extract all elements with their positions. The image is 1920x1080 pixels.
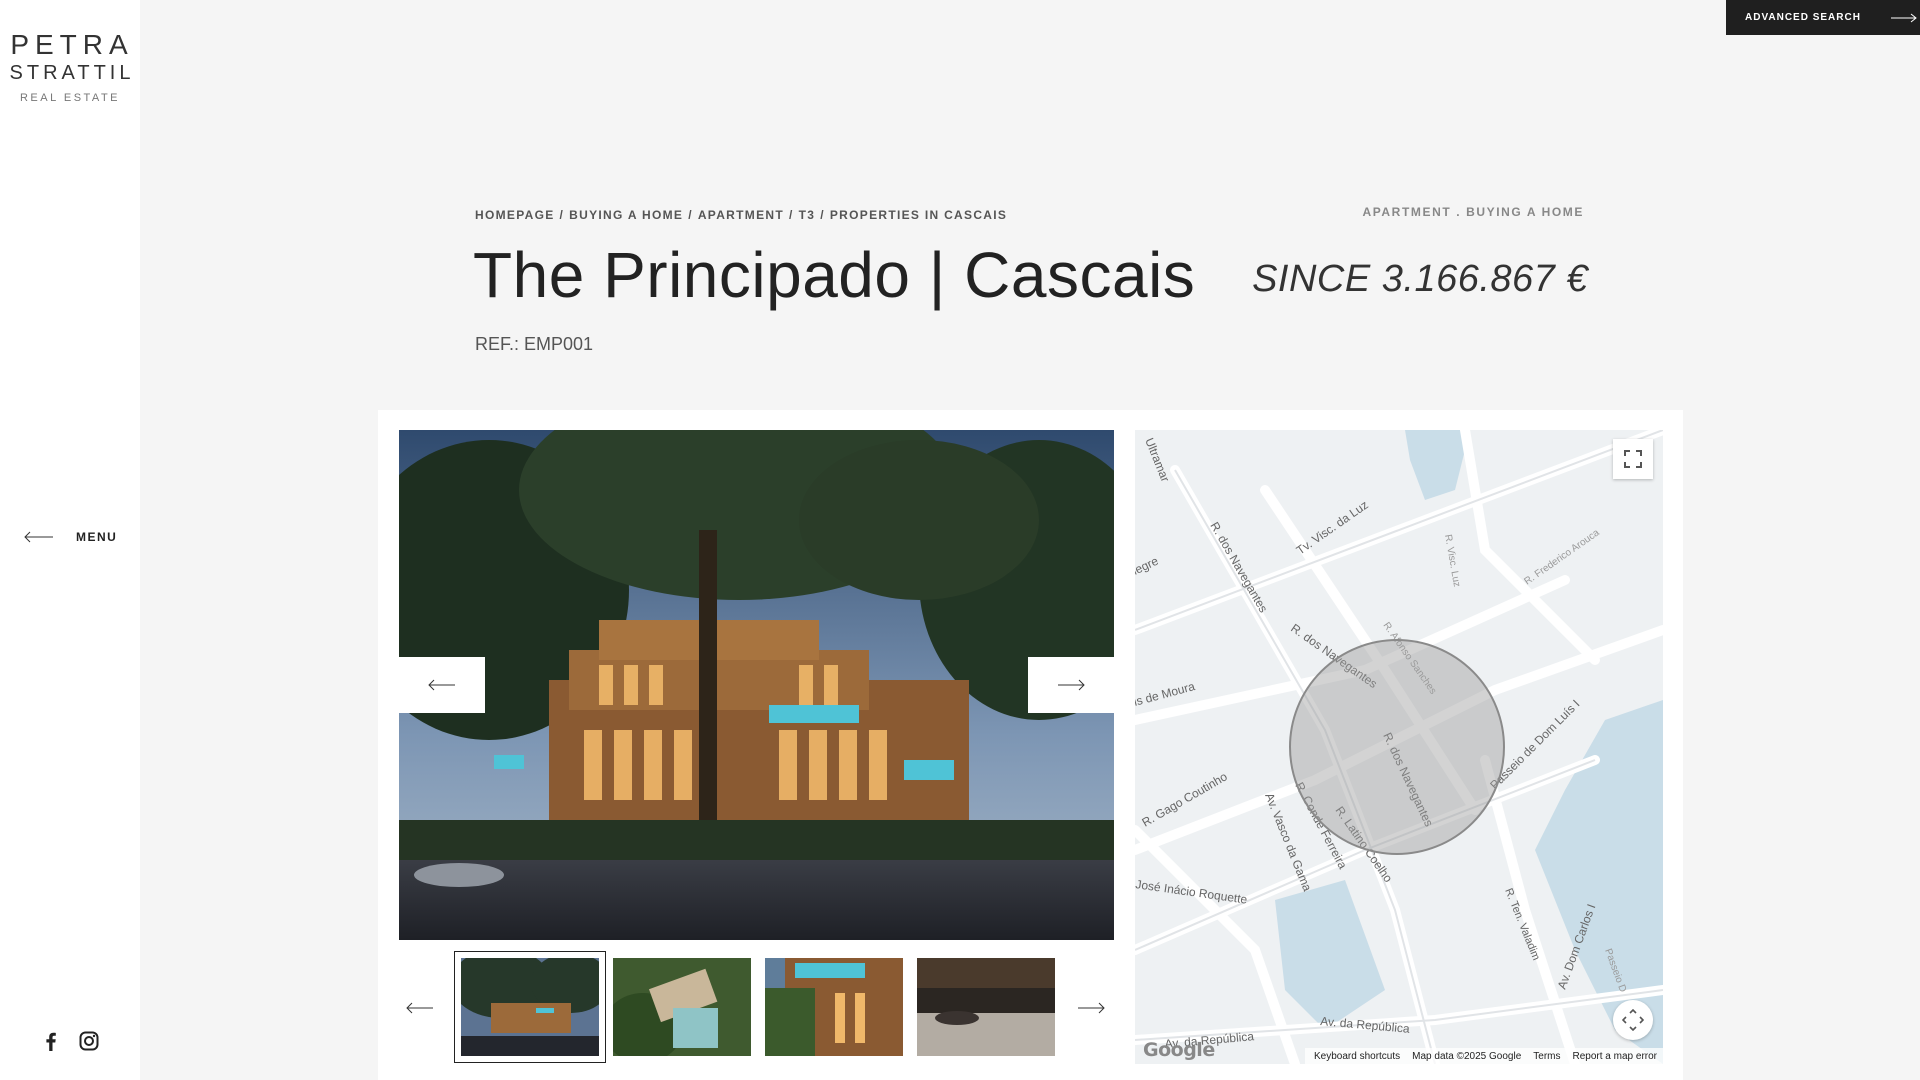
- location-map[interactable]: Ultramar R. dos Navegantes Tv. Visc. da …: [1135, 430, 1663, 1064]
- category-tags: APARTMENT . BUYING A HOME: [1362, 205, 1584, 219]
- breadcrumb-separator: /: [788, 208, 794, 222]
- logo-line-2: STRATTIL: [9, 62, 135, 84]
- gallery-main-image[interactable]: [399, 430, 1114, 940]
- water-area: [1275, 880, 1385, 1030]
- keyboard-shortcuts-link[interactable]: Keyboard shortcuts: [1314, 1051, 1400, 1062]
- thumbnail-image: [461, 958, 599, 1056]
- map-data-attribution: Map data ©2025 Google: [1412, 1050, 1522, 1062]
- breadcrumb-t3[interactable]: T3: [799, 208, 816, 222]
- arrow-right-icon: [1890, 13, 1917, 22]
- logo-line-1: PETRA: [10, 29, 134, 60]
- arrow-right-icon: [1058, 679, 1085, 691]
- logo-line-3: REAL ESTATE: [19, 92, 121, 104]
- thumbnail-3[interactable]: [765, 958, 903, 1056]
- move-arrows-icon: [1622, 1009, 1644, 1031]
- property-reference: REF.: EMP001: [475, 334, 594, 354]
- map-canvas: Ultramar R. dos Navegantes Tv. Visc. da …: [1135, 430, 1663, 1064]
- gallery-next-button[interactable]: [1028, 657, 1114, 713]
- breadcrumb-homepage[interactable]: HOMEPAGE: [475, 208, 555, 222]
- thumbnail-image: [917, 958, 1055, 1056]
- thumbnails-next-button[interactable]: [1076, 997, 1106, 1019]
- arrow-left-icon: [428, 679, 455, 691]
- location-area-circle: [1289, 639, 1505, 855]
- street-label: Ultramar: [1142, 436, 1172, 484]
- thumbnail-4[interactable]: [917, 958, 1055, 1056]
- breadcrumb-separator: /: [688, 208, 693, 222]
- page-title: The Principado | Cascais: [473, 239, 1196, 311]
- property-price: SINCE 3.166.867 €: [1252, 258, 1588, 300]
- street-label: R. Visc. Luz: [1442, 534, 1462, 588]
- thumbnail-image: [765, 958, 903, 1056]
- building-render-image: [399, 430, 1114, 940]
- menu-label: MENU: [76, 530, 118, 544]
- map-pan-control[interactable]: [1613, 1000, 1653, 1040]
- report-map-error-link[interactable]: Report a map error: [1573, 1051, 1657, 1062]
- water-area: [1405, 430, 1470, 500]
- facebook-icon[interactable]: [40, 1030, 62, 1052]
- breadcrumb: HOMEPAGE / BUYING A HOME / APARTMENT / T…: [475, 208, 1007, 222]
- advanced-search-button[interactable]: ADVANCED SEARCH: [1726, 0, 1920, 35]
- gallery-prev-button[interactable]: [399, 657, 485, 713]
- thumbnail-image: [613, 958, 751, 1056]
- thumbnail-2[interactable]: [613, 958, 751, 1056]
- map-terms-link[interactable]: Terms: [1533, 1051, 1560, 1062]
- street-label: Av. da República: [1320, 1014, 1411, 1036]
- advanced-search-label: ADVANCED SEARCH: [1745, 12, 1861, 23]
- breadcrumb-apartment[interactable]: APARTMENT: [698, 208, 784, 222]
- breadcrumb-properties-in-cascais[interactable]: PROPERTIES IN CASCAIS: [830, 208, 1007, 222]
- sidebar: PETRA STRATTIL REAL ESTATE MENU: [0, 0, 140, 1080]
- google-logo: Google: [1143, 1039, 1215, 1061]
- thumbnails-prev-button[interactable]: [405, 997, 435, 1019]
- street-label: legre: [1135, 554, 1161, 578]
- thumbnail-1[interactable]: [454, 951, 606, 1063]
- map-footer: Keyboard shortcuts Map data ©2025 Google…: [1305, 1048, 1663, 1064]
- arrow-left-icon: [24, 531, 53, 543]
- fullscreen-icon: [1624, 450, 1642, 468]
- breadcrumb-separator: /: [820, 208, 825, 222]
- menu-button[interactable]: MENU: [24, 530, 117, 544]
- instagram-icon[interactable]: [78, 1030, 100, 1052]
- logo[interactable]: PETRA STRATTIL REAL ESTATE: [0, 29, 140, 105]
- breadcrumb-separator: /: [559, 208, 565, 222]
- social-links: [40, 1030, 100, 1052]
- map-fullscreen-button[interactable]: [1613, 439, 1653, 479]
- breadcrumb-buying-a-home[interactable]: BUYING A HOME: [569, 208, 683, 222]
